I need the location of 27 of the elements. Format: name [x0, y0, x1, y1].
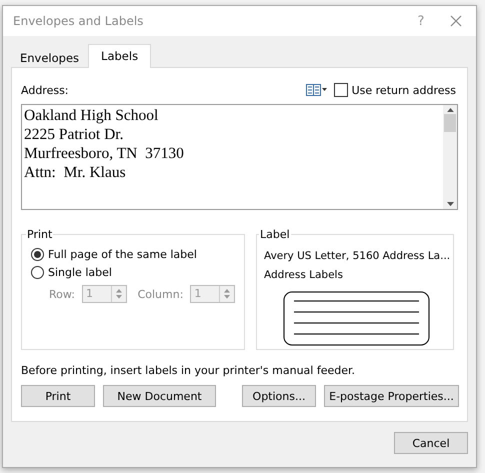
scrollbar[interactable] [443, 105, 457, 209]
tab[interactable]: Envelopes [11, 44, 88, 68]
close-icon [450, 15, 462, 27]
down-arrow-icon[interactable] [446, 202, 454, 206]
label-preview-drawing[interactable] [283, 291, 430, 346]
scrollbar-thumb[interactable] [444, 114, 456, 132]
up-arrow-icon[interactable] [446, 108, 454, 112]
label-name: Avery US Letter, 5160 Address La... [264, 249, 449, 264]
group-title: Print [26, 228, 54, 241]
radio-option[interactable]: Full page of the same label [31, 245, 235, 263]
address-field[interactable]: Oakland High School 2225 Patriot Dr. Murfreesboro, TN 37130 Attn: Mr. Klaus [21, 104, 458, 210]
action-button[interactable]: Options... [242, 385, 316, 407]
address-text: Oakland High School 2225 Patriot Dr. Murfreesboro, TN 37130 Attn: Mr. Klaus [23, 106, 185, 183]
group-title: Label [259, 228, 291, 241]
tab[interactable]: Labels [88, 44, 152, 68]
action-button[interactable]: New Document [103, 385, 216, 407]
info-text: Before printing, insert labels in your printer's manual feeder. [21, 364, 356, 377]
row-label: Row: [49, 288, 75, 300]
action-button[interactable]: Print [21, 385, 95, 407]
window-title: Envelopes and Labels [13, 14, 144, 28]
cancel-button[interactable]: Cancel [394, 432, 468, 454]
radio-option[interactable]: Single label [31, 263, 235, 281]
use-return-address-checkbox[interactable]: Use return address [334, 83, 458, 97]
label-description: Address Labels [264, 268, 344, 283]
column-label: Column: [138, 288, 184, 300]
action-button[interactable]: E-postage Properties... [324, 385, 459, 407]
address-label: Address: [21, 84, 69, 96]
